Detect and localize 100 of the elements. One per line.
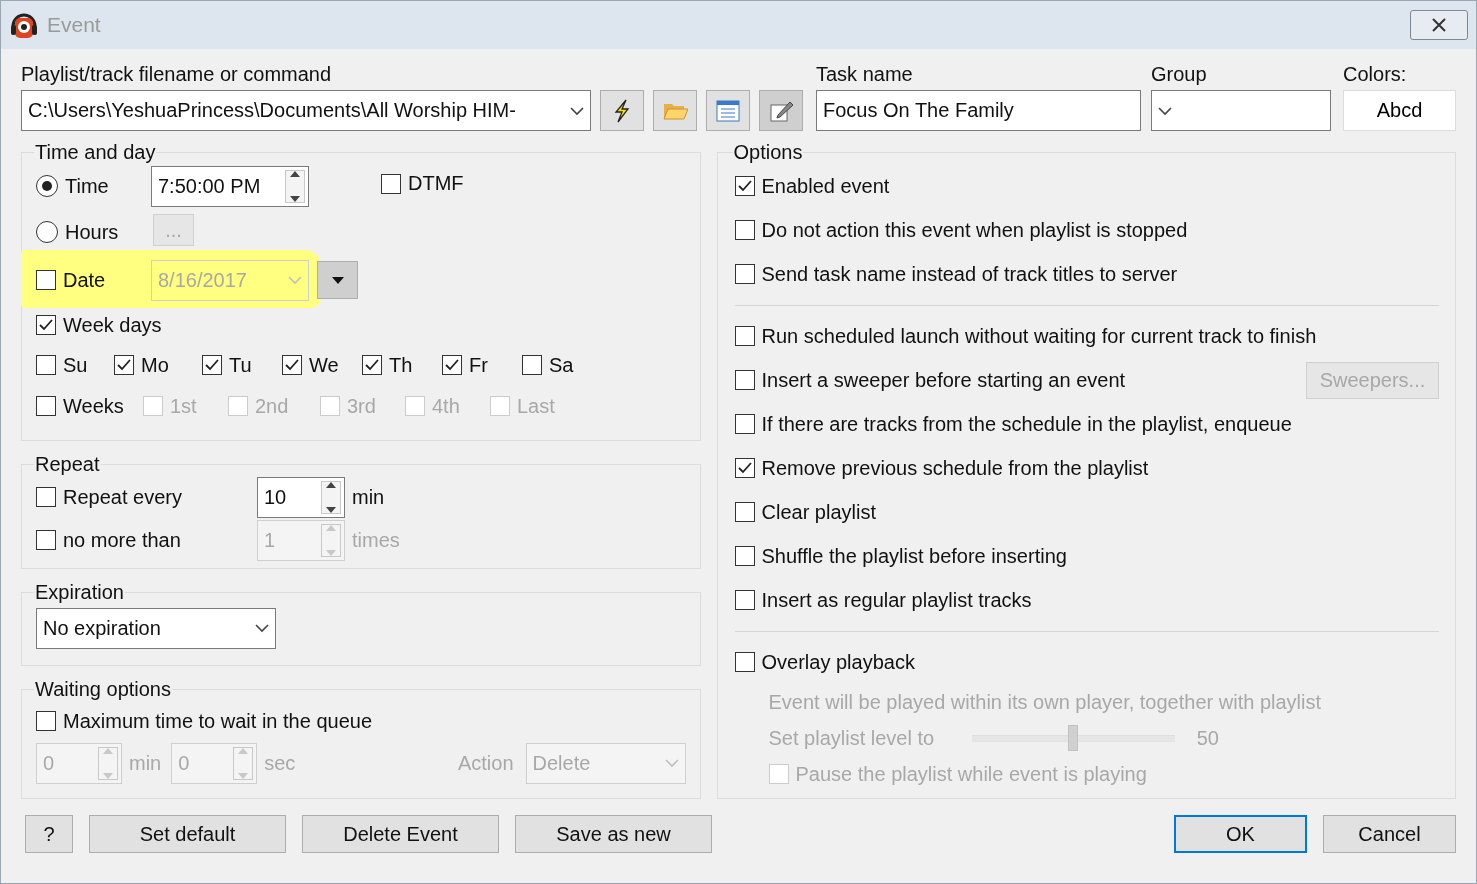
checkbox-label: Overlay playback xyxy=(761,650,915,674)
checkbox[interactable] xyxy=(734,220,755,240)
toolbar-button[interactable] xyxy=(600,90,644,131)
unit-label: min xyxy=(129,751,162,775)
checkbox-label: We xyxy=(309,353,339,377)
checkbox-label: Insert as regular playlist tracks xyxy=(761,588,1032,612)
path-combo[interactable]: C:\Users\YeshuaPrincess\Documents\All Worship HIM- xyxy=(21,90,591,131)
checkbox-label: 3rd xyxy=(347,394,376,418)
checkbox-label: Th xyxy=(389,353,413,377)
close-button[interactable] xyxy=(1410,10,1468,40)
slider-label: Set playlist level to xyxy=(768,726,935,750)
checkbox-label: Date xyxy=(63,268,106,292)
checkbox[interactable] xyxy=(381,173,401,194)
dialog-button[interactable]: ? xyxy=(25,815,73,853)
field-label: Group xyxy=(1151,63,1208,86)
checkbox[interactable] xyxy=(734,458,755,478)
checkbox-label: Fr xyxy=(469,353,488,377)
caret-icon xyxy=(255,623,269,633)
checkbox-label: DTMF xyxy=(408,172,464,195)
dialog-button[interactable]: Delete Event xyxy=(302,815,499,853)
unit-label: min xyxy=(352,485,385,509)
checkbox[interactable] xyxy=(734,414,755,434)
expiration-dropdown[interactable]: No expiration xyxy=(36,607,276,649)
group-dropdown[interactable] xyxy=(1151,90,1331,131)
dialog-button[interactable]: Set default xyxy=(89,815,286,853)
checkbox[interactable] xyxy=(36,396,56,416)
checkbox[interactable] xyxy=(114,355,134,375)
color-sample-button[interactable]: Abcd xyxy=(1343,90,1456,131)
dialog-button[interactable]: OK xyxy=(1174,815,1307,853)
caret-icon xyxy=(288,275,302,285)
checkbox-label: 1st xyxy=(170,394,197,418)
checkbox[interactable] xyxy=(734,546,755,566)
checkbox-label: 2nd xyxy=(255,394,289,418)
spin-buttons[interactable] xyxy=(321,480,341,514)
group-title: Expiration xyxy=(34,581,125,604)
checkbox-label: Sa xyxy=(549,353,574,377)
checkbox[interactable] xyxy=(734,370,755,390)
checkbox-label: 4th xyxy=(432,394,460,418)
checkbox-label: Su xyxy=(63,353,88,377)
spin-buttons[interactable] xyxy=(285,169,305,203)
checkbox[interactable] xyxy=(442,355,462,375)
toolbar-button[interactable] xyxy=(759,90,803,131)
checkbox-label: Run scheduled launch without waiting for current track to finish xyxy=(761,324,1317,348)
checkbox[interactable] xyxy=(36,315,56,335)
field-label: Action xyxy=(457,751,514,775)
checkbox[interactable] xyxy=(734,652,755,672)
window-title: Event xyxy=(47,13,101,37)
checkbox-label: no more than xyxy=(63,528,181,552)
group-title: Waiting options xyxy=(34,678,172,701)
caret-icon xyxy=(664,758,679,768)
unit-label: times xyxy=(352,528,400,552)
checkbox[interactable] xyxy=(734,502,755,522)
checkbox-label: Week days xyxy=(63,313,162,337)
checkbox-label: Clear playlist xyxy=(761,500,876,524)
dialog-button[interactable]: Save as new xyxy=(515,815,712,853)
checkbox[interactable] xyxy=(734,176,755,196)
checkbox-label: Last xyxy=(517,394,555,418)
checkbox[interactable] xyxy=(202,355,222,375)
radio-label: Hours xyxy=(65,220,119,244)
checkbox-label: Repeat every xyxy=(63,485,182,509)
checkbox[interactable] xyxy=(734,590,755,610)
checkbox-label: Weeks xyxy=(63,394,124,418)
radio-button[interactable] xyxy=(36,175,58,197)
dialog-button[interactable]: Cancel xyxy=(1323,815,1456,853)
group-title: Options xyxy=(732,141,804,164)
checkbox-label: If there are tracks from the schedule in the playlist, enqueue xyxy=(761,412,1292,436)
time-field[interactable]: 7:50:00 PM xyxy=(151,165,309,207)
caret-icon xyxy=(1158,105,1172,116)
checkbox-label: Send task name instead of track titles to server xyxy=(761,262,1178,286)
radio-label: Time xyxy=(65,174,109,198)
close-icon xyxy=(1431,18,1447,32)
checkbox[interactable] xyxy=(734,264,755,284)
checkbox[interactable] xyxy=(522,355,542,375)
checkbox[interactable] xyxy=(734,326,755,346)
checkbox-label: Tu xyxy=(229,353,252,377)
task-name-field[interactable]: Focus On The Family xyxy=(816,90,1141,131)
checkbox-label: Maximum time to wait in the queue xyxy=(63,709,373,733)
toolbar-button[interactable] xyxy=(706,90,750,131)
dropdown-button[interactable] xyxy=(317,261,358,299)
checkbox[interactable] xyxy=(362,355,382,375)
checkbox[interactable] xyxy=(36,487,56,507)
unit-label: sec xyxy=(264,751,296,775)
checkbox[interactable] xyxy=(282,355,302,375)
field-label: Colors: xyxy=(1343,63,1408,86)
hint-text: Event will be played within its own player, together with playlist xyxy=(768,690,1321,714)
checkbox-label: Remove previous schedule from the playlist xyxy=(761,456,1149,480)
checkbox-label: Do not action this event when playlist is stopped xyxy=(761,218,1188,242)
checkbox-label: Insert a sweeper before starting an event xyxy=(761,368,1126,392)
checkbox-label: Enabled event xyxy=(761,174,890,198)
field-label: Playlist/track filename or command xyxy=(21,63,333,86)
slider-value: 50 xyxy=(1196,726,1219,750)
number-field[interactable]: 10 xyxy=(257,476,345,518)
group-title: Repeat xyxy=(34,453,101,476)
checkbox-label: Pause the playlist while event is playing xyxy=(795,762,1147,786)
checkbox[interactable] xyxy=(36,355,56,375)
field-label: Task name xyxy=(816,63,914,86)
checkbox-label: Shuffle the playlist before inserting xyxy=(761,544,1067,568)
list-window-icon xyxy=(715,97,741,124)
radio-button[interactable] xyxy=(36,221,58,243)
triangle-down-icon xyxy=(331,276,344,284)
